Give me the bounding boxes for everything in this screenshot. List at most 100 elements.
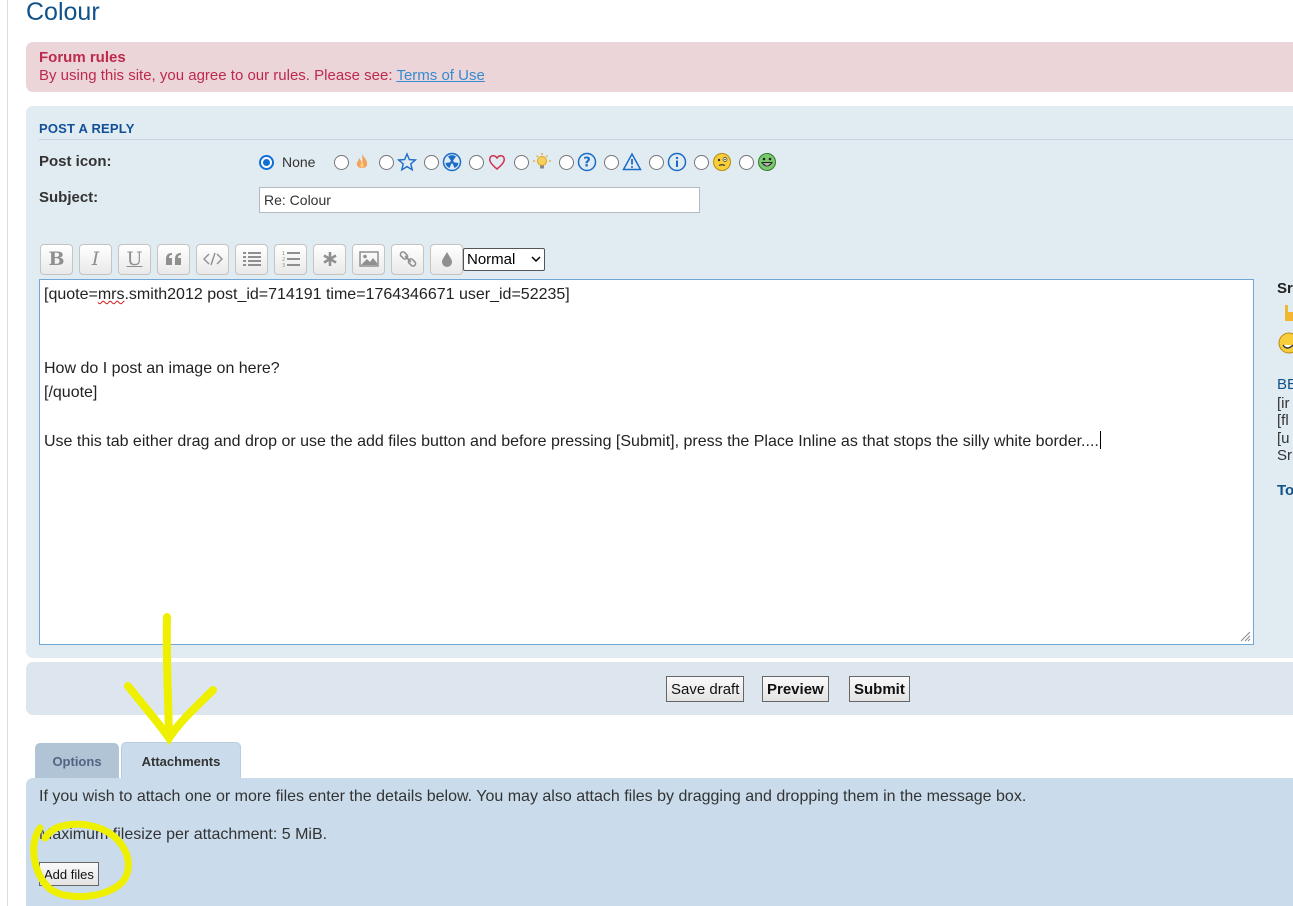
warning-icon (622, 152, 643, 171)
numbered-list-icon: 123 (282, 251, 300, 268)
colour-button[interactable] (430, 243, 463, 275)
post-icon-none-label: None (282, 154, 316, 170)
add-files-button[interactable]: Add files (39, 862, 99, 886)
preview-button[interactable]: Preview (762, 676, 829, 702)
post-icon-radio[interactable] (424, 154, 440, 170)
forum-rules-box: Forum rules By using this site, you agre… (26, 42, 1293, 92)
italic-glyph: I (91, 248, 100, 270)
forum-rules-title: Forum rules (39, 49, 126, 66)
sidebar-item: [fl (1277, 412, 1289, 429)
url-button[interactable] (391, 243, 424, 275)
post-icon-radio[interactable] (559, 154, 575, 170)
post-icon-radio[interactable] (514, 154, 530, 170)
svg-text:?: ? (584, 156, 592, 171)
message-line: [/quote] (44, 384, 98, 401)
post-icon-radio[interactable] (649, 154, 665, 170)
section-title: POST A REPLY (39, 121, 135, 136)
post-icon-option-thinking-smiley[interactable] (694, 152, 732, 172)
image-icon (358, 251, 379, 267)
sidebar-smilies-header: Sr (1277, 280, 1293, 297)
sidebar-item: [u (1277, 430, 1290, 447)
colour-drop-icon (441, 252, 452, 267)
code-button[interactable] (196, 243, 229, 275)
section-divider (39, 139, 1293, 140)
sidebar-topic-review: To (1277, 482, 1293, 499)
post-icon-radio[interactable] (469, 154, 485, 170)
post-icon-option-question[interactable]: ? (559, 152, 597, 172)
page-left-border (7, 0, 8, 906)
list-button[interactable] (235, 243, 268, 275)
forum-rules-text: By using this site, you agree to our rul… (39, 67, 485, 84)
post-reply-panel: POST A REPLY Post icon: None ? Subject: … (26, 106, 1293, 658)
fire-icon (357, 154, 368, 168)
lightbulb-icon (533, 153, 552, 169)
terms-of-use-link[interactable]: Terms of Use (396, 67, 484, 84)
submit-buttons-panel: Save draft Preview Submit (26, 662, 1293, 715)
attachments-panel: If you wish to attach one or more files … (26, 778, 1293, 906)
post-icon-option-none[interactable]: None (259, 154, 327, 170)
post-icon-label: Post icon: (39, 153, 112, 170)
star-icon (397, 152, 418, 172)
post-icon-radio[interactable] (379, 154, 395, 170)
page-title: Colour (26, 0, 100, 26)
svg-text:3: 3 (282, 263, 285, 268)
post-icon-option-lightbulb[interactable] (514, 152, 552, 172)
radiation-icon (443, 152, 462, 172)
max-filesize-text: Maximum filesize per attachment: 5 MiB. (39, 826, 328, 843)
post-icon-option-info[interactable] (649, 152, 687, 172)
post-icon-radio[interactable] (334, 154, 350, 170)
laugh-smiley-icon[interactable] (1277, 332, 1293, 354)
message-line: How do I post an image on here? (44, 359, 280, 377)
asterisk-icon (322, 252, 337, 266)
image-button[interactable] (352, 243, 385, 275)
sidebar-item: [ir (1277, 395, 1290, 412)
tab-options[interactable]: Options (35, 743, 119, 779)
underline-button[interactable]: U (118, 243, 151, 275)
sidebar-item: Sr (1277, 447, 1292, 464)
quote-icon (165, 253, 181, 265)
post-icon-radio[interactable] (604, 154, 620, 170)
post-icon-radio[interactable] (739, 154, 755, 170)
post-icon-option-heart[interactable] (469, 152, 507, 172)
bold-button[interactable]: B (40, 243, 73, 275)
post-icon-option-radiation[interactable] (424, 152, 462, 172)
grin-smiley-icon (758, 153, 777, 171)
heart-icon (489, 155, 506, 170)
save-draft-button[interactable]: Save draft (666, 676, 745, 702)
thinking-smiley-icon (713, 153, 732, 171)
list-item-button[interactable] (313, 243, 346, 275)
post-icon-option-star[interactable] (379, 152, 418, 172)
underline-glyph: U (126, 248, 143, 270)
resize-grip-icon[interactable] (1239, 630, 1251, 642)
tab-attachments[interactable]: Attachments (121, 742, 241, 779)
sidebar-bbcode-link[interactable]: BE (1277, 376, 1293, 393)
submit-button[interactable]: Submit (849, 676, 910, 702)
message-text: [quote= (44, 286, 98, 303)
thumbs-up-smiley-icon[interactable] (1277, 303, 1293, 323)
attachments-info-text: If you wish to attach one or more files … (39, 788, 1027, 805)
question-icon: ? (578, 152, 597, 172)
message-textarea[interactable]: [quote=mrs.smith2012 post_id=714191 time… (39, 279, 1254, 645)
text-caret (1099, 431, 1101, 449)
post-icon-radio[interactable] (694, 154, 710, 170)
post-icon-options: None ? (259, 152, 784, 172)
font-size-select[interactable]: Normal (463, 247, 545, 271)
link-icon (399, 251, 416, 267)
subject-label: Subject: (39, 189, 99, 206)
forum-rules-message: By using this site, you agree to our rul… (39, 67, 393, 84)
post-icon-radio-none[interactable] (259, 154, 274, 170)
spellcheck-word: mrs (97, 286, 125, 303)
bullet-list-icon (242, 252, 261, 266)
post-icon-option-grin-smiley[interactable] (739, 152, 777, 172)
font-size-value: Normal (467, 250, 516, 268)
message-text: .smith2012 post_id=714191 time=176434667… (124, 286, 570, 303)
subject-input[interactable] (259, 187, 700, 213)
quote-button[interactable] (157, 243, 190, 275)
post-icon-option-warning[interactable] (604, 152, 643, 172)
chevron-down-icon (531, 255, 541, 262)
italic-button[interactable]: I (79, 243, 112, 275)
post-icon-option-fire[interactable] (334, 152, 372, 172)
editor-toolbar: B I U 123 Normal (40, 243, 545, 275)
code-icon (202, 252, 223, 266)
ordered-list-button[interactable]: 123 (274, 243, 307, 275)
